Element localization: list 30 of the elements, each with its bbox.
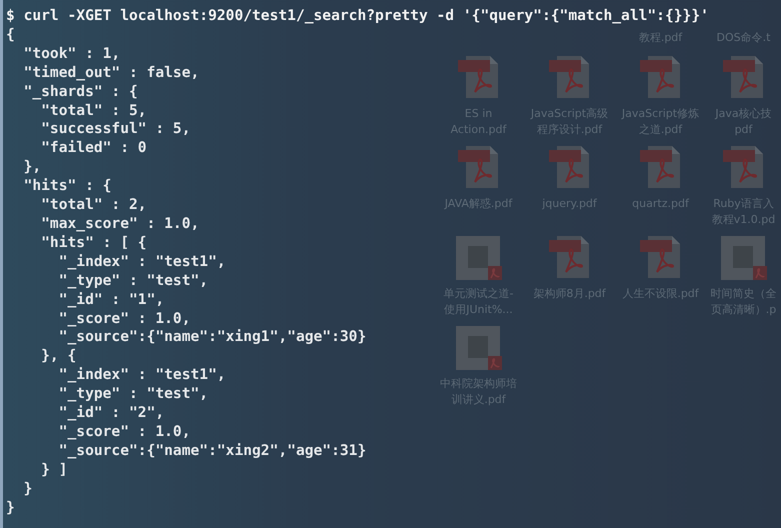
document-thumbnail-icon[interactable] <box>454 324 504 372</box>
output-line: "failed" : 0 <box>40 139 147 158</box>
output-line: } <box>6 498 15 518</box>
output-line: { <box>6 26 15 45</box>
output-line: } ] <box>40 460 68 480</box>
output-line: "_score" : 1.0, <box>58 310 191 328</box>
output-line: "_index" : "test1", <box>58 252 226 272</box>
output-line: "hits" : [ { <box>40 234 147 253</box>
output-line: "max_score" : 1.0, <box>40 214 200 234</box>
output-line: }, { <box>40 347 76 366</box>
output-line: "_index" : "test1", <box>58 366 226 386</box>
command-line: $ curl -XGET localhost:9200/test1/_search?pretty -d '{"query":{"match_all":{}}}' <box>6 7 709 26</box>
output-line: "total" : 2, <box>40 196 147 215</box>
output-line: "_shards" : { <box>22 82 138 102</box>
output-line: "took" : 1, <box>22 44 120 64</box>
output-line: "_score" : 1.0, <box>58 422 191 442</box>
output-line: }, <box>22 158 42 178</box>
output-line: "total" : 5, <box>40 102 147 120</box>
output-line: "_type" : "test", <box>58 385 208 404</box>
document-thumbnail-icon[interactable] <box>718 234 768 282</box>
output-line: "_id" : "2", <box>58 404 164 423</box>
document-thumbnail-icon[interactable] <box>454 234 504 282</box>
output-line: "_type" : "test", <box>58 272 208 291</box>
output-line: "_source":{"name":"xing2","age":31} <box>58 442 366 461</box>
output-line: "timed_out" : false, <box>22 64 200 83</box>
output-line: "_id" : "1", <box>58 290 164 310</box>
output-line: "hits" : { <box>22 177 112 196</box>
output-line: } <box>22 480 32 499</box>
output-line: "_source":{"name":"xing1","age":30} <box>58 328 366 348</box>
output-line: "successful" : 5, <box>40 120 191 140</box>
